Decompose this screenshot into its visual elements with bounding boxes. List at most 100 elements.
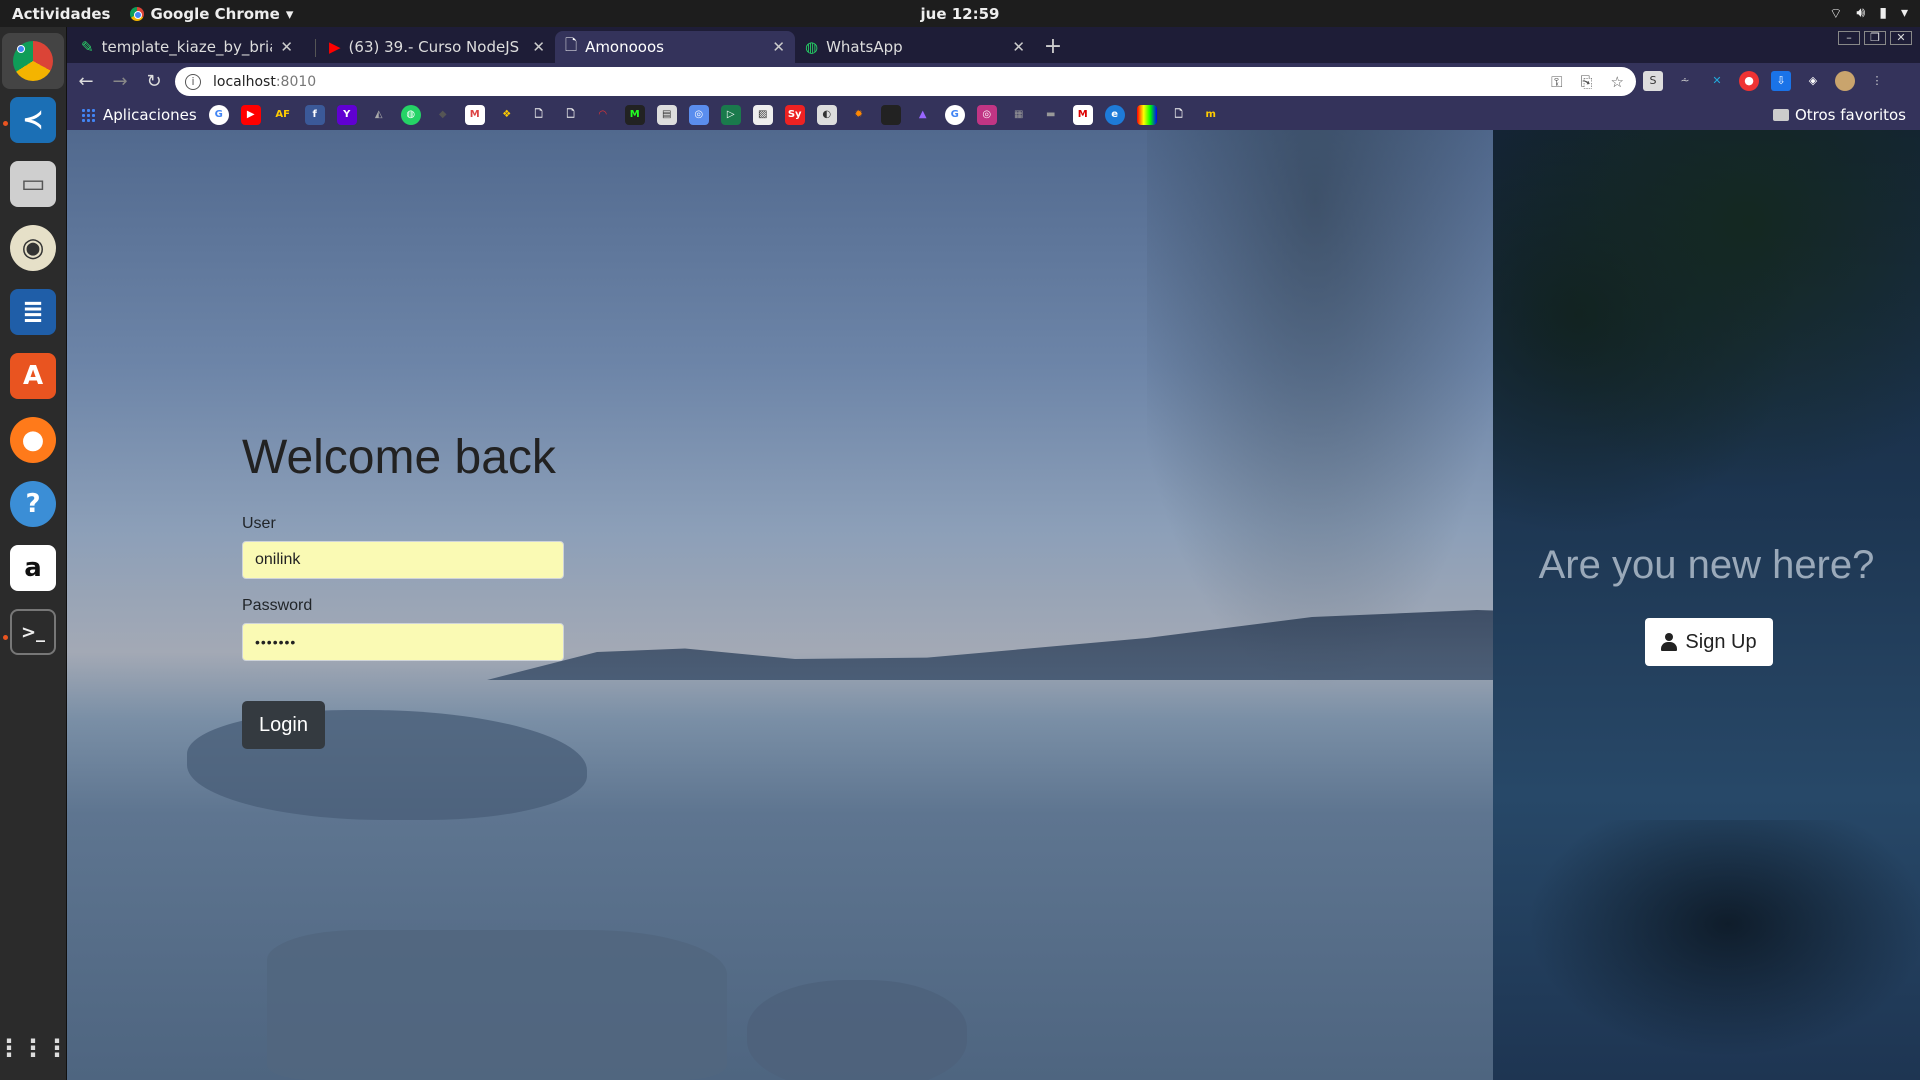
close-icon[interactable]: ✕ xyxy=(532,38,545,56)
firefox-icon[interactable]: ● xyxy=(10,417,56,463)
chrome-icon xyxy=(130,6,145,21)
tab-kiaze[interactable]: ✎ template_kiaze_by_brian ✕ xyxy=(71,31,303,63)
help-icon[interactable]: ? xyxy=(10,481,56,527)
network-icon[interactable]: ⌔ xyxy=(1829,5,1842,23)
battery-icon[interactable]: ▮ xyxy=(1879,5,1887,23)
signup-heading: Are you new here? xyxy=(1538,543,1875,587)
m-icon[interactable]: M xyxy=(624,105,645,125)
show-apps-icon[interactable]: ⋮⋮⋮ xyxy=(0,1025,69,1071)
page-title: Welcome back xyxy=(242,431,556,484)
extension-tools-icon[interactable]: ✕ xyxy=(1707,71,1727,91)
user-input[interactable] xyxy=(242,541,564,579)
restore-button[interactable]: ❐ xyxy=(1864,31,1886,45)
close-icon[interactable]: ✕ xyxy=(772,38,785,56)
af-icon[interactable]: AF xyxy=(273,105,293,125)
new-tab-button[interactable]: + xyxy=(1040,34,1066,60)
kiaze-icon: ✎ xyxy=(81,38,94,56)
password-input[interactable] xyxy=(242,623,564,661)
close-icon[interactable]: ✕ xyxy=(280,38,293,56)
youtube-icon[interactable]: ▶ xyxy=(240,105,261,125)
page-viewport: Welcome back User Password Login Are you… xyxy=(67,130,1920,1080)
key-icon[interactable]: ⚿ xyxy=(1551,73,1562,91)
gear-icon[interactable]: ✹ xyxy=(849,105,869,125)
signup-button[interactable]: Sign Up xyxy=(1645,618,1773,666)
background-rock xyxy=(267,930,727,1080)
volume-icon[interactable]: 🔊︎ xyxy=(1856,5,1865,23)
mega-icon[interactable]: M xyxy=(1072,105,1093,125)
facebook-icon[interactable]: f xyxy=(304,105,325,125)
whatsapp-icon[interactable]: ◍ xyxy=(400,105,421,125)
files-icon[interactable]: ▭ xyxy=(10,161,56,207)
triangle-icon[interactable]: ▲ xyxy=(913,105,933,125)
shield-icon[interactable]: ◎ xyxy=(688,105,709,125)
speed-icon[interactable]: ◠ xyxy=(593,105,613,125)
youtube-icon: ▶ xyxy=(329,38,341,56)
chevron-down-icon[interactable]: ▾ xyxy=(1901,5,1908,23)
forward-button[interactable]: → xyxy=(105,71,135,92)
star-icon[interactable]: ☆ xyxy=(1611,73,1624,91)
close-icon[interactable]: ✕ xyxy=(1012,38,1025,56)
rhythmbox-icon[interactable]: ◉ xyxy=(10,225,56,271)
fox-icon[interactable]: ❖ xyxy=(497,105,517,125)
tab-whatsapp[interactable]: ◍ WhatsApp ✕ xyxy=(795,31,1035,63)
user-label: User xyxy=(242,515,276,532)
chrome-icon xyxy=(13,41,53,81)
login-button[interactable]: Login xyxy=(242,701,325,749)
password-label: Password xyxy=(242,597,313,614)
apps-grid-icon xyxy=(81,108,95,122)
image-icon[interactable]: ◐ xyxy=(816,105,837,125)
system-tray[interactable]: ⌔ 🔊︎ ▮ ▾ xyxy=(1829,5,1908,23)
film-icon[interactable]: ▦ xyxy=(1009,105,1029,125)
software-icon[interactable]: A xyxy=(10,353,56,399)
extension-s-icon[interactable]: S xyxy=(1643,71,1663,91)
google-icon[interactable]: G xyxy=(944,105,965,125)
reload-button[interactable]: ↻ xyxy=(139,71,169,92)
translate-icon[interactable]: ⎘ xyxy=(1581,73,1593,91)
menu-icon[interactable]: ⋮ xyxy=(1867,71,1887,91)
vscode-icon[interactable]: ≺ xyxy=(10,97,56,143)
close-window-button[interactable]: ✕ xyxy=(1890,31,1912,45)
minimize-button[interactable]: – xyxy=(1838,31,1860,45)
writer-icon[interactable]: ≣ xyxy=(10,289,56,335)
browser-toolbar: ← → ↻ i localhost:8010 ⚿ ⎘ ☆ S ⩪ ✕ ● ⇩ ◈… xyxy=(67,63,1920,100)
other-bookmarks[interactable]: Otros favoritos xyxy=(1772,106,1906,124)
sy-icon[interactable]: Sy xyxy=(784,105,805,125)
tab-amonooos[interactable]: 🗋 Amonooos ✕ xyxy=(555,31,795,63)
amazon-icon[interactable]: a xyxy=(10,545,56,591)
apps-shortcut[interactable]: Aplicaciones xyxy=(81,106,197,124)
app-menu[interactable]: Google Chrome ▾ xyxy=(130,5,293,23)
instagram-icon[interactable]: ◎ xyxy=(976,105,997,125)
tab-youtube[interactable]: ▶ (63) 39.- Curso NodeJS - Sc ✕ xyxy=(319,31,555,63)
tab-separator xyxy=(315,39,316,57)
edge-icon[interactable]: e xyxy=(1104,105,1125,125)
doc-icon[interactable]: 🗋 xyxy=(529,105,549,125)
extension-dash-icon[interactable]: ⩪ xyxy=(1675,71,1695,91)
color-icon[interactable] xyxy=(1136,105,1157,125)
sheet-icon[interactable]: ▤ xyxy=(656,105,677,125)
gmail-icon[interactable]: M xyxy=(464,105,485,125)
extension-record-icon[interactable]: ● xyxy=(1739,71,1759,91)
doc-icon[interactable]: 🗋 xyxy=(561,105,581,125)
extension-download-icon[interactable]: ⇩ xyxy=(1771,71,1791,91)
image-icon[interactable]: ▨ xyxy=(752,105,773,125)
back-button[interactable]: ← xyxy=(71,71,101,92)
video-icon[interactable]: ▬ xyxy=(1041,105,1061,125)
login-form: Welcome back User Password Login xyxy=(242,430,572,749)
doc-icon[interactable]: 🗋 xyxy=(1169,105,1189,125)
avatar[interactable] xyxy=(1835,71,1855,91)
google-icon[interactable]: G xyxy=(208,105,229,125)
m2-icon[interactable]: m xyxy=(1201,105,1221,125)
drive-icon[interactable]: ◭ xyxy=(369,105,389,125)
clock[interactable]: jue 12:59 xyxy=(921,5,1000,23)
yahoo-icon[interactable]: Y xyxy=(336,105,357,125)
whatsapp-icon: ◍ xyxy=(805,38,819,56)
misc-icon[interactable]: ◆ xyxy=(433,105,453,125)
extension-shield-icon[interactable]: ◈ xyxy=(1803,71,1823,91)
dock-chrome[interactable] xyxy=(2,33,64,89)
activities-button[interactable]: Actividades xyxy=(12,5,110,23)
black-icon[interactable] xyxy=(880,105,901,125)
play-icon[interactable]: ▷ xyxy=(720,105,741,125)
terminal-icon[interactable]: >_ xyxy=(10,609,56,655)
address-bar[interactable]: i localhost:8010 ⚿ ⎘ ☆ xyxy=(175,67,1636,96)
info-icon[interactable]: i xyxy=(185,73,201,90)
